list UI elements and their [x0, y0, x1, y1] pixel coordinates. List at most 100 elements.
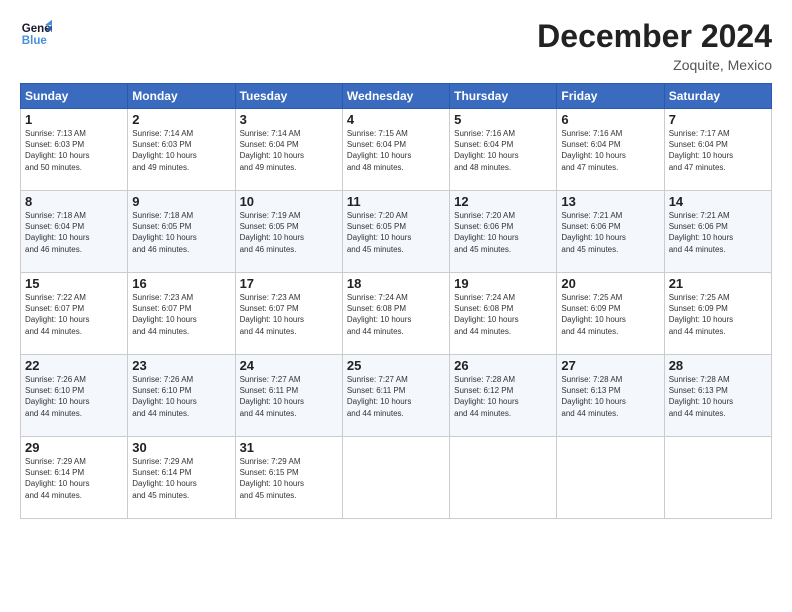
day-number: 22	[25, 358, 123, 373]
sunset-label: Sunset: 6:04 PM	[561, 140, 620, 149]
daylight-label: Daylight: 10 hours	[561, 315, 625, 324]
daylight-minutes: and 46 minutes.	[132, 245, 189, 254]
day-number: 8	[25, 194, 123, 209]
day-info: Sunrise: 7:26 AM Sunset: 6:10 PM Dayligh…	[25, 374, 123, 419]
sunset-label: Sunset: 6:06 PM	[454, 222, 513, 231]
sunrise-label: Sunrise: 7:14 AM	[240, 129, 301, 138]
col-sunday: Sunday	[21, 84, 128, 109]
day-number: 18	[347, 276, 445, 291]
calendar-cell: 5 Sunrise: 7:16 AM Sunset: 6:04 PM Dayli…	[450, 109, 557, 191]
calendar-cell: 6 Sunrise: 7:16 AM Sunset: 6:04 PM Dayli…	[557, 109, 664, 191]
daylight-minutes: and 44 minutes.	[669, 327, 726, 336]
day-number: 24	[240, 358, 338, 373]
sunrise-label: Sunrise: 7:18 AM	[25, 211, 86, 220]
header: General Blue General Blue December 2024 …	[20, 18, 772, 73]
calendar-cell: 28 Sunrise: 7:28 AM Sunset: 6:13 PM Dayl…	[664, 355, 771, 437]
sunrise-label: Sunrise: 7:13 AM	[25, 129, 86, 138]
day-info: Sunrise: 7:29 AM Sunset: 6:15 PM Dayligh…	[240, 456, 338, 501]
calendar-cell: 12 Sunrise: 7:20 AM Sunset: 6:06 PM Dayl…	[450, 191, 557, 273]
calendar-cell: 7 Sunrise: 7:17 AM Sunset: 6:04 PM Dayli…	[664, 109, 771, 191]
calendar-cell: 22 Sunrise: 7:26 AM Sunset: 6:10 PM Dayl…	[21, 355, 128, 437]
sunrise-label: Sunrise: 7:20 AM	[347, 211, 408, 220]
calendar-cell: 13 Sunrise: 7:21 AM Sunset: 6:06 PM Dayl…	[557, 191, 664, 273]
daylight-label: Daylight: 10 hours	[132, 397, 196, 406]
sunset-label: Sunset: 6:09 PM	[669, 304, 728, 313]
daylight-label: Daylight: 10 hours	[561, 397, 625, 406]
daylight-minutes: and 44 minutes.	[347, 327, 404, 336]
day-number: 12	[454, 194, 552, 209]
daylight-label: Daylight: 10 hours	[25, 233, 89, 242]
sunrise-label: Sunrise: 7:26 AM	[25, 375, 86, 384]
sunrise-label: Sunrise: 7:26 AM	[132, 375, 193, 384]
day-number: 28	[669, 358, 767, 373]
daylight-minutes: and 44 minutes.	[132, 327, 189, 336]
sunrise-label: Sunrise: 7:20 AM	[454, 211, 515, 220]
calendar-cell: 8 Sunrise: 7:18 AM Sunset: 6:04 PM Dayli…	[21, 191, 128, 273]
sunrise-label: Sunrise: 7:29 AM	[25, 457, 86, 466]
calendar-cell: 20 Sunrise: 7:25 AM Sunset: 6:09 PM Dayl…	[557, 273, 664, 355]
daylight-label: Daylight: 10 hours	[240, 479, 304, 488]
week-row: 8 Sunrise: 7:18 AM Sunset: 6:04 PM Dayli…	[21, 191, 772, 273]
calendar-cell: 30 Sunrise: 7:29 AM Sunset: 6:14 PM Dayl…	[128, 437, 235, 519]
logo: General Blue General Blue	[20, 18, 52, 50]
calendar-cell: 23 Sunrise: 7:26 AM Sunset: 6:10 PM Dayl…	[128, 355, 235, 437]
col-tuesday: Tuesday	[235, 84, 342, 109]
daylight-label: Daylight: 10 hours	[347, 233, 411, 242]
day-number: 27	[561, 358, 659, 373]
daylight-minutes: and 44 minutes.	[669, 409, 726, 418]
sunrise-label: Sunrise: 7:29 AM	[132, 457, 193, 466]
daylight-label: Daylight: 10 hours	[240, 397, 304, 406]
day-info: Sunrise: 7:24 AM Sunset: 6:08 PM Dayligh…	[347, 292, 445, 337]
day-info: Sunrise: 7:23 AM Sunset: 6:07 PM Dayligh…	[132, 292, 230, 337]
daylight-label: Daylight: 10 hours	[561, 233, 625, 242]
sunset-label: Sunset: 6:03 PM	[132, 140, 191, 149]
svg-text:Blue: Blue	[22, 35, 48, 47]
day-number: 16	[132, 276, 230, 291]
day-info: Sunrise: 7:23 AM Sunset: 6:07 PM Dayligh…	[240, 292, 338, 337]
calendar-cell: 21 Sunrise: 7:25 AM Sunset: 6:09 PM Dayl…	[664, 273, 771, 355]
daylight-minutes: and 49 minutes.	[132, 163, 189, 172]
daylight-label: Daylight: 10 hours	[669, 315, 733, 324]
sunset-label: Sunset: 6:04 PM	[454, 140, 513, 149]
day-info: Sunrise: 7:15 AM Sunset: 6:04 PM Dayligh…	[347, 128, 445, 173]
daylight-label: Daylight: 10 hours	[132, 315, 196, 324]
sunset-label: Sunset: 6:08 PM	[347, 304, 406, 313]
day-number: 13	[561, 194, 659, 209]
col-thursday: Thursday	[450, 84, 557, 109]
day-info: Sunrise: 7:16 AM Sunset: 6:04 PM Dayligh…	[561, 128, 659, 173]
daylight-label: Daylight: 10 hours	[240, 233, 304, 242]
calendar-cell: 4 Sunrise: 7:15 AM Sunset: 6:04 PM Dayli…	[342, 109, 449, 191]
calendar-cell: 24 Sunrise: 7:27 AM Sunset: 6:11 PM Dayl…	[235, 355, 342, 437]
day-info: Sunrise: 7:29 AM Sunset: 6:14 PM Dayligh…	[25, 456, 123, 501]
sunset-label: Sunset: 6:03 PM	[25, 140, 84, 149]
calendar-cell: 2 Sunrise: 7:14 AM Sunset: 6:03 PM Dayli…	[128, 109, 235, 191]
sunset-label: Sunset: 6:05 PM	[132, 222, 191, 231]
month-title: December 2024	[537, 18, 772, 55]
day-info: Sunrise: 7:18 AM Sunset: 6:04 PM Dayligh…	[25, 210, 123, 255]
daylight-minutes: and 45 minutes.	[347, 245, 404, 254]
calendar-cell: 19 Sunrise: 7:24 AM Sunset: 6:08 PM Dayl…	[450, 273, 557, 355]
daylight-label: Daylight: 10 hours	[561, 151, 625, 160]
sunset-label: Sunset: 6:05 PM	[240, 222, 299, 231]
week-row: 29 Sunrise: 7:29 AM Sunset: 6:14 PM Dayl…	[21, 437, 772, 519]
daylight-label: Daylight: 10 hours	[669, 151, 733, 160]
week-row: 15 Sunrise: 7:22 AM Sunset: 6:07 PM Dayl…	[21, 273, 772, 355]
day-number: 23	[132, 358, 230, 373]
daylight-minutes: and 45 minutes.	[132, 491, 189, 500]
sunset-label: Sunset: 6:11 PM	[240, 386, 299, 395]
daylight-label: Daylight: 10 hours	[454, 151, 518, 160]
sunset-label: Sunset: 6:13 PM	[561, 386, 620, 395]
daylight-label: Daylight: 10 hours	[454, 233, 518, 242]
sunrise-label: Sunrise: 7:28 AM	[454, 375, 515, 384]
day-number: 4	[347, 112, 445, 127]
daylight-minutes: and 47 minutes.	[669, 163, 726, 172]
daylight-label: Daylight: 10 hours	[454, 397, 518, 406]
day-info: Sunrise: 7:27 AM Sunset: 6:11 PM Dayligh…	[240, 374, 338, 419]
day-info: Sunrise: 7:18 AM Sunset: 6:05 PM Dayligh…	[132, 210, 230, 255]
day-info: Sunrise: 7:17 AM Sunset: 6:04 PM Dayligh…	[669, 128, 767, 173]
daylight-label: Daylight: 10 hours	[240, 151, 304, 160]
day-number: 5	[454, 112, 552, 127]
daylight-minutes: and 47 minutes.	[561, 163, 618, 172]
day-info: Sunrise: 7:13 AM Sunset: 6:03 PM Dayligh…	[25, 128, 123, 173]
day-number: 6	[561, 112, 659, 127]
